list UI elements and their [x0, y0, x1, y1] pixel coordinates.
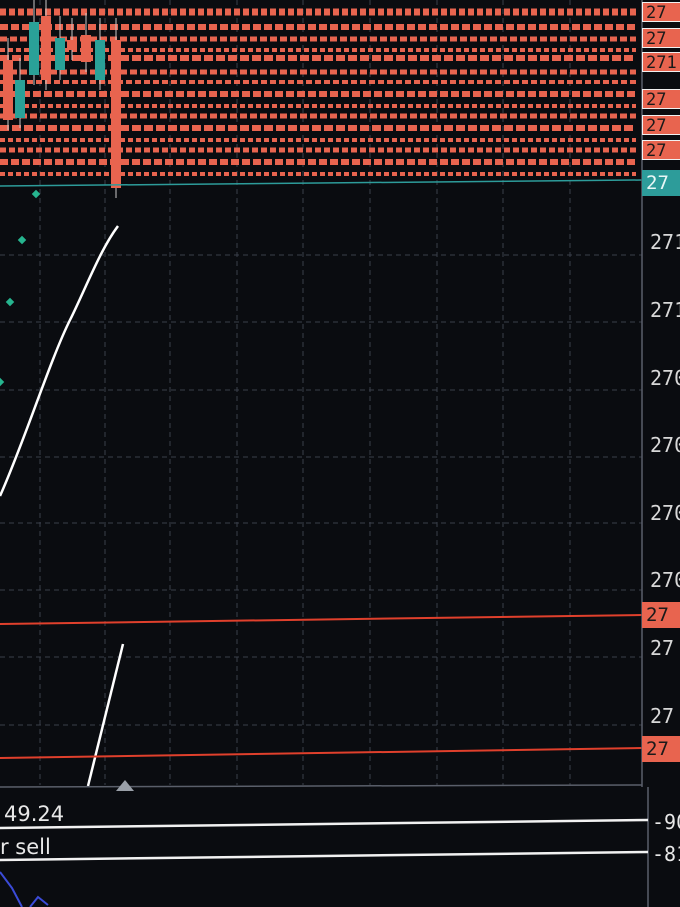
- candle-body: [29, 22, 39, 75]
- price-axis-label: 271: [650, 298, 680, 322]
- indicator-axis-label: -90: [652, 810, 680, 834]
- candle-body: [67, 40, 77, 50]
- current-price-tag: 27: [642, 170, 680, 196]
- candle-body: [95, 40, 105, 80]
- candle-body: [3, 60, 13, 120]
- signal-marker: [5, 297, 15, 307]
- candle-body: [41, 16, 51, 80]
- price-axis-label: 271: [650, 230, 680, 254]
- candle-body: [81, 35, 91, 62]
- price-level-line-upper[interactable]: [0, 614, 643, 625]
- pane-resize-handle-icon[interactable]: [116, 780, 134, 791]
- price-axis-label: 270: [650, 568, 680, 592]
- order-tag[interactable]: 27: [642, 140, 680, 160]
- current-price-line: [0, 179, 643, 187]
- order-tag[interactable]: 27: [642, 28, 680, 48]
- candle-body: [111, 40, 121, 188]
- price-axis-label: 27: [650, 636, 675, 660]
- indicator-level-lower: [0, 850, 649, 862]
- indicator-level-upper: [0, 818, 649, 830]
- order-tag[interactable]: 27: [642, 2, 680, 22]
- signal-marker: [31, 189, 41, 199]
- order-tag[interactable]: 27: [642, 115, 680, 135]
- indicator-signal-label: r sell: [0, 835, 51, 859]
- order-tag[interactable]: 271: [642, 52, 680, 72]
- candle-body: [15, 80, 25, 118]
- price-level-tag[interactable]: 27: [642, 736, 680, 762]
- candle-body: [55, 38, 65, 70]
- price-axis-label: 270: [650, 366, 680, 390]
- indicator-oscillator-line: [0, 871, 49, 907]
- price-axis-label: 27: [650, 704, 675, 728]
- price-axis-label: 270: [650, 501, 680, 525]
- indicator-curve-upper: [0, 225, 120, 497]
- trading-chart[interactable]: [0, 0, 680, 907]
- order-tag[interactable]: 27: [642, 89, 680, 109]
- indicator-axis-label: -81: [652, 842, 680, 866]
- signal-marker: [0, 377, 5, 387]
- pane-divider[interactable]: [0, 784, 643, 788]
- indicator-curve-lower: [86, 643, 125, 787]
- indicator-value: 49.24: [4, 802, 65, 826]
- signal-markers: [0, 189, 41, 387]
- price-axis-label: 270: [650, 433, 680, 457]
- sell-order-depth: [0, 8, 636, 176]
- price-level-tag[interactable]: 27: [642, 602, 680, 628]
- signal-marker: [17, 235, 27, 245]
